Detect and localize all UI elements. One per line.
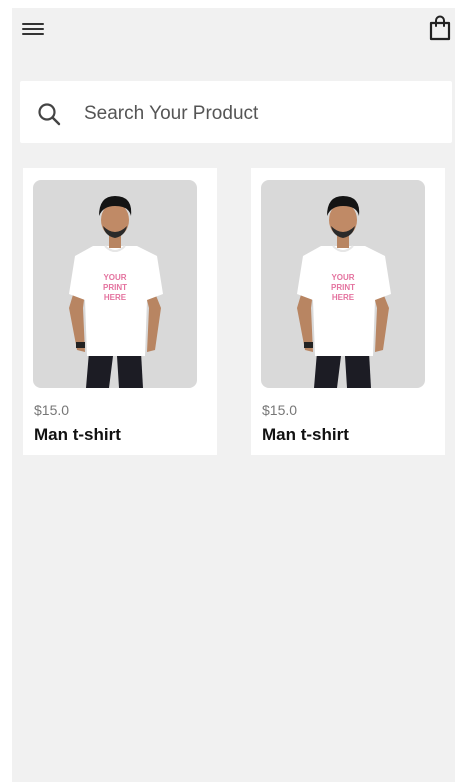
product-name: Man t-shirt bbox=[262, 425, 349, 444]
product-image: YOUR PRINT HERE bbox=[261, 180, 425, 388]
product-image: YOUR PRINT HERE bbox=[33, 180, 197, 388]
product-card[interactable]: YOUR PRINT HERE $15.0 Man t-shirt bbox=[251, 168, 445, 455]
product-price: $15.0 bbox=[262, 402, 298, 418]
model-tshirt-image: YOUR PRINT HERE bbox=[297, 196, 391, 388]
search-input[interactable] bbox=[82, 99, 426, 129]
model-tshirt-image: YOUR PRINT HERE bbox=[69, 196, 163, 388]
svg-text:YOUR: YOUR bbox=[331, 273, 354, 282]
search-icon bbox=[38, 103, 61, 126]
product-card[interactable]: YOUR PRINT HERE $15.0 Man t-shirt bbox=[23, 168, 217, 455]
shopping-bag-icon[interactable] bbox=[427, 14, 453, 42]
product-grid: YOUR PRINT HERE $15.0 Man t-shirt YOUR P… bbox=[23, 168, 455, 468]
svg-text:HERE: HERE bbox=[104, 293, 127, 302]
search-bar[interactable] bbox=[20, 81, 452, 143]
product-price: $15.0 bbox=[34, 402, 70, 418]
svg-text:PRINT: PRINT bbox=[331, 283, 355, 292]
hamburger-menu-icon[interactable] bbox=[22, 20, 44, 38]
top-bar bbox=[12, 8, 455, 50]
product-name: Man t-shirt bbox=[34, 425, 121, 444]
svg-text:HERE: HERE bbox=[332, 293, 355, 302]
svg-text:PRINT: PRINT bbox=[103, 283, 127, 292]
app-screen: YOUR PRINT HERE $15.0 Man t-shirt bbox=[12, 8, 455, 782]
svg-text:YOUR: YOUR bbox=[103, 273, 126, 282]
